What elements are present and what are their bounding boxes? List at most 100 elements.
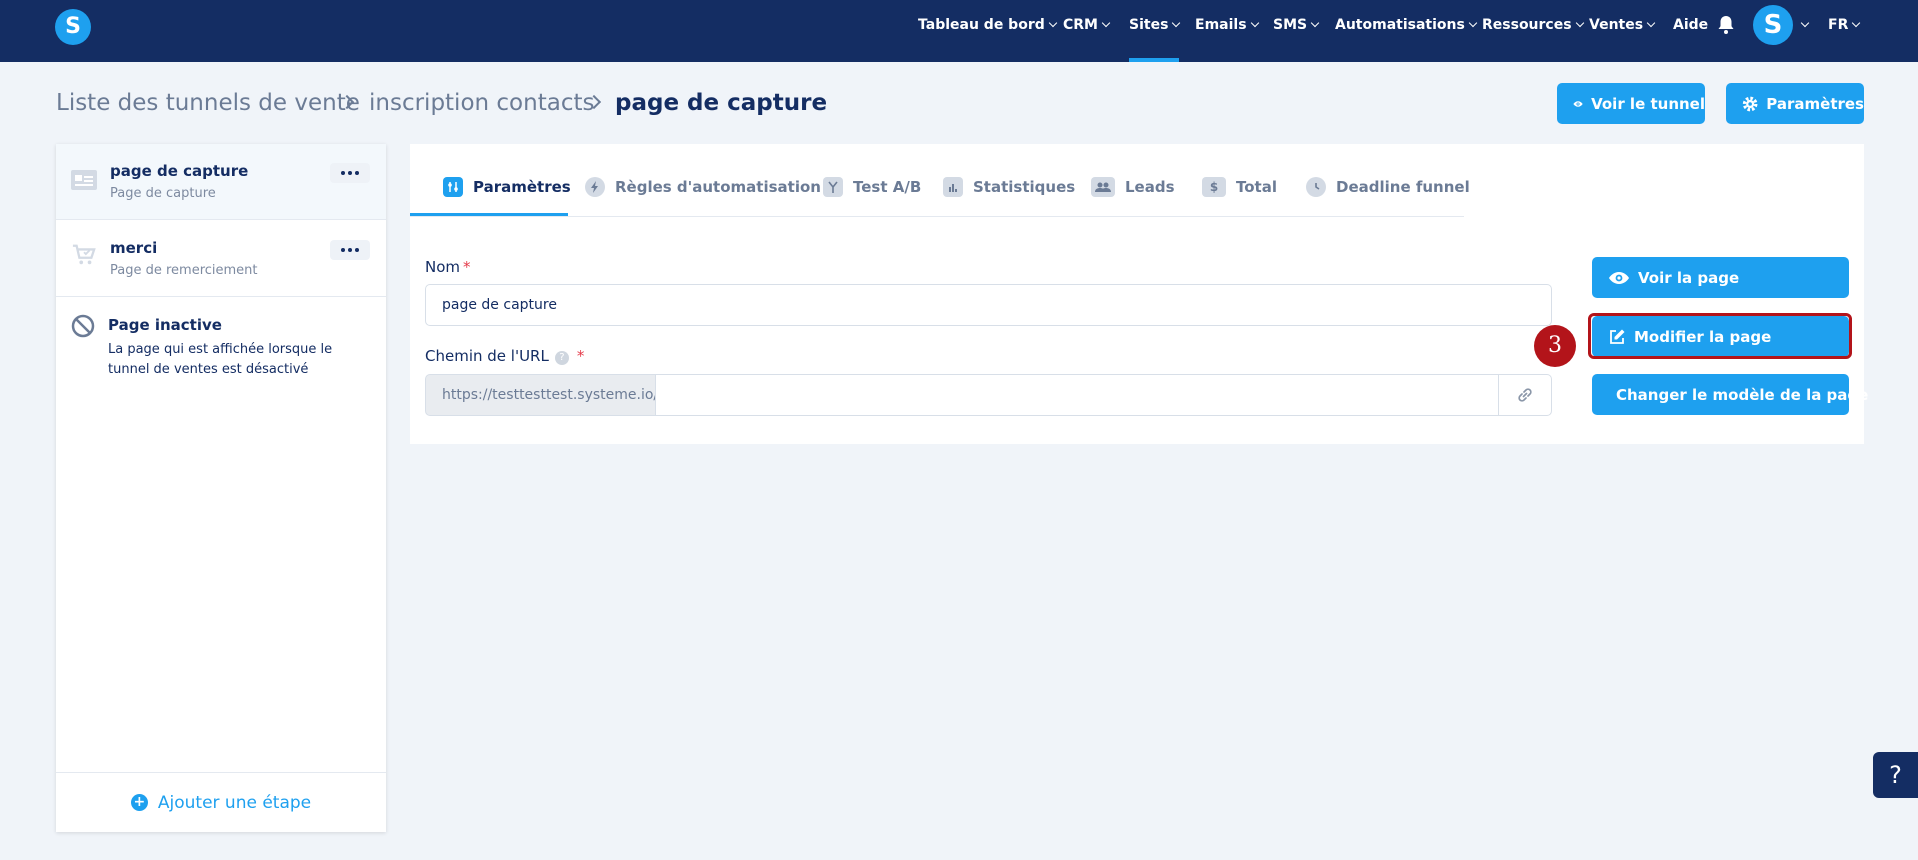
nav-aide[interactable]: Aide bbox=[1673, 17, 1708, 37]
step-item[interactable]: page de capture Page de capture bbox=[56, 144, 386, 220]
tab-test-ab[interactable]: Test A/B bbox=[823, 172, 921, 202]
tab-parametres[interactable]: Paramètres bbox=[443, 172, 571, 202]
bar-chart-icon bbox=[943, 177, 963, 197]
split-icon bbox=[823, 177, 843, 197]
nav-active-indicator bbox=[1129, 58, 1179, 62]
view-funnel-label: Voir le tunnel bbox=[1591, 94, 1705, 113]
edit-page-highlight bbox=[1588, 313, 1852, 359]
nav-label: Tableau de bord bbox=[918, 17, 1045, 33]
view-funnel-button[interactable]: Voir le tunnel bbox=[1557, 83, 1705, 124]
step-number-badge: 3 bbox=[1534, 325, 1576, 367]
tab-label: Leads bbox=[1125, 178, 1175, 196]
tab-label: Total bbox=[1236, 178, 1277, 196]
required-mark: * bbox=[463, 258, 471, 276]
more-options-button[interactable] bbox=[330, 240, 370, 260]
chevron-down-icon bbox=[1101, 18, 1111, 28]
cart-icon bbox=[72, 244, 96, 265]
nav-sites[interactable]: Sites bbox=[1129, 17, 1181, 37]
change-template-label: Changer le modèle de la page bbox=[1616, 385, 1869, 404]
settings-button[interactable]: Paramètres bbox=[1726, 83, 1864, 124]
ban-icon bbox=[71, 314, 95, 338]
inactive-page-title[interactable]: Page inactive bbox=[108, 316, 222, 334]
url-field-label: Chemin de l'URL? * bbox=[425, 347, 584, 366]
nav-label: SMS bbox=[1273, 17, 1308, 33]
open-link-button[interactable] bbox=[1498, 374, 1552, 416]
dollar-icon: $ bbox=[1202, 177, 1226, 197]
tabs-divider bbox=[410, 216, 1464, 217]
required-mark: * bbox=[576, 347, 585, 365]
nav-label: Sites bbox=[1129, 17, 1169, 33]
avatar[interactable]: S bbox=[1753, 5, 1793, 45]
language-selector[interactable]: FR bbox=[1828, 17, 1861, 37]
tab-statistiques[interactable]: Statistiques bbox=[943, 172, 1075, 202]
name-field-label: Nom * bbox=[425, 258, 471, 276]
tab-label: Deadline funnel bbox=[1336, 178, 1470, 196]
nav-label: Emails bbox=[1195, 17, 1247, 33]
chevron-down-icon bbox=[1852, 18, 1861, 28]
tab-deadline-funnel[interactable]: Deadline funnel bbox=[1306, 172, 1470, 202]
tab-total[interactable]: $ Total bbox=[1202, 172, 1277, 202]
nav-label: CRM bbox=[1063, 17, 1098, 33]
step-item[interactable]: merci Page de remerciement bbox=[56, 221, 386, 297]
nav-tableau-de-bord[interactable]: Tableau de bord bbox=[918, 17, 1058, 37]
nav-automatisations[interactable]: Automatisations bbox=[1335, 17, 1478, 37]
step-subtitle: Page de capture bbox=[110, 186, 216, 201]
nav-ventes[interactable]: Ventes bbox=[1589, 17, 1656, 37]
chevron-down-icon[interactable] bbox=[1800, 18, 1810, 28]
tab-label: Paramètres bbox=[473, 178, 571, 196]
url-path-field[interactable] bbox=[655, 374, 1499, 416]
funnel-steps-panel: page de capture Page de capture merci Pa… bbox=[56, 144, 386, 832]
eye-icon bbox=[1573, 100, 1583, 107]
add-step-button[interactable]: + Ajouter une étape bbox=[56, 772, 386, 832]
link-icon bbox=[1518, 388, 1532, 402]
users-icon bbox=[1091, 177, 1115, 197]
tab-regles-automatisation[interactable]: Règles d'automatisation bbox=[585, 172, 821, 202]
step-title: page de capture bbox=[110, 162, 249, 180]
tab-label: Test A/B bbox=[853, 178, 922, 196]
active-tab-indicator bbox=[410, 213, 568, 216]
page-title: page de capture bbox=[615, 90, 828, 116]
gear-icon bbox=[1742, 96, 1758, 111]
bell-icon[interactable] bbox=[1717, 15, 1735, 35]
sliders-icon bbox=[443, 177, 463, 197]
breadcrumb-funnels[interactable]: Liste des tunnels de vente bbox=[56, 90, 360, 116]
nav-sms[interactable]: SMS bbox=[1273, 17, 1320, 37]
name-field[interactable]: page de capture bbox=[425, 284, 1552, 326]
step-subtitle: Page de remerciement bbox=[110, 263, 258, 278]
inactive-page-description: La page qui est affichée lorsque le tunn… bbox=[108, 342, 333, 377]
breadcrumb-funnel[interactable]: inscription contacts bbox=[369, 90, 594, 116]
url-label-text: Chemin de l'URL bbox=[425, 347, 549, 365]
info-icon[interactable]: ? bbox=[554, 351, 569, 365]
nav-label: Automatisations bbox=[1335, 17, 1465, 33]
eye-icon bbox=[1609, 271, 1629, 284]
tab-label: Règles d'automatisation bbox=[615, 178, 821, 196]
bolt-icon bbox=[585, 177, 605, 197]
url-prefix: https://testtesttest.systeme.io/ bbox=[425, 374, 658, 416]
chevron-down-icon bbox=[1250, 18, 1259, 28]
chevron-down-icon bbox=[1646, 18, 1656, 28]
top-navbar: S Tableau de bord CRM Sites Emails SMS A… bbox=[0, 0, 1918, 62]
logo[interactable]: S bbox=[55, 9, 91, 45]
more-options-button[interactable] bbox=[330, 163, 370, 183]
help-button[interactable]: ? bbox=[1873, 752, 1918, 798]
chevron-down-icon bbox=[1172, 18, 1181, 28]
change-template-button[interactable]: Changer le modèle de la page bbox=[1592, 374, 1868, 415]
plus-circle-icon: + bbox=[130, 794, 148, 811]
nav-ressources[interactable]: Ressources bbox=[1482, 17, 1584, 37]
tab-leads[interactable]: Leads bbox=[1091, 172, 1175, 202]
capture-page-icon bbox=[71, 170, 97, 190]
clock-icon bbox=[1306, 177, 1326, 197]
chevron-down-icon bbox=[1048, 18, 1058, 28]
chevron-down-icon bbox=[1468, 18, 1478, 28]
chevron-down-icon bbox=[1575, 18, 1584, 28]
nav-label: Ressources bbox=[1482, 17, 1572, 33]
language-label: FR bbox=[1828, 17, 1849, 33]
settings-label: Paramètres bbox=[1766, 94, 1864, 113]
nav-label: Ventes bbox=[1589, 17, 1644, 33]
add-step-label: Ajouter une étape bbox=[157, 792, 312, 813]
view-page-button[interactable]: Voir la page bbox=[1592, 257, 1849, 298]
tab-label: Statistiques bbox=[973, 178, 1076, 196]
name-label-text: Nom bbox=[425, 258, 461, 276]
nav-emails[interactable]: Emails bbox=[1195, 17, 1259, 37]
nav-crm[interactable]: CRM bbox=[1063, 17, 1111, 37]
